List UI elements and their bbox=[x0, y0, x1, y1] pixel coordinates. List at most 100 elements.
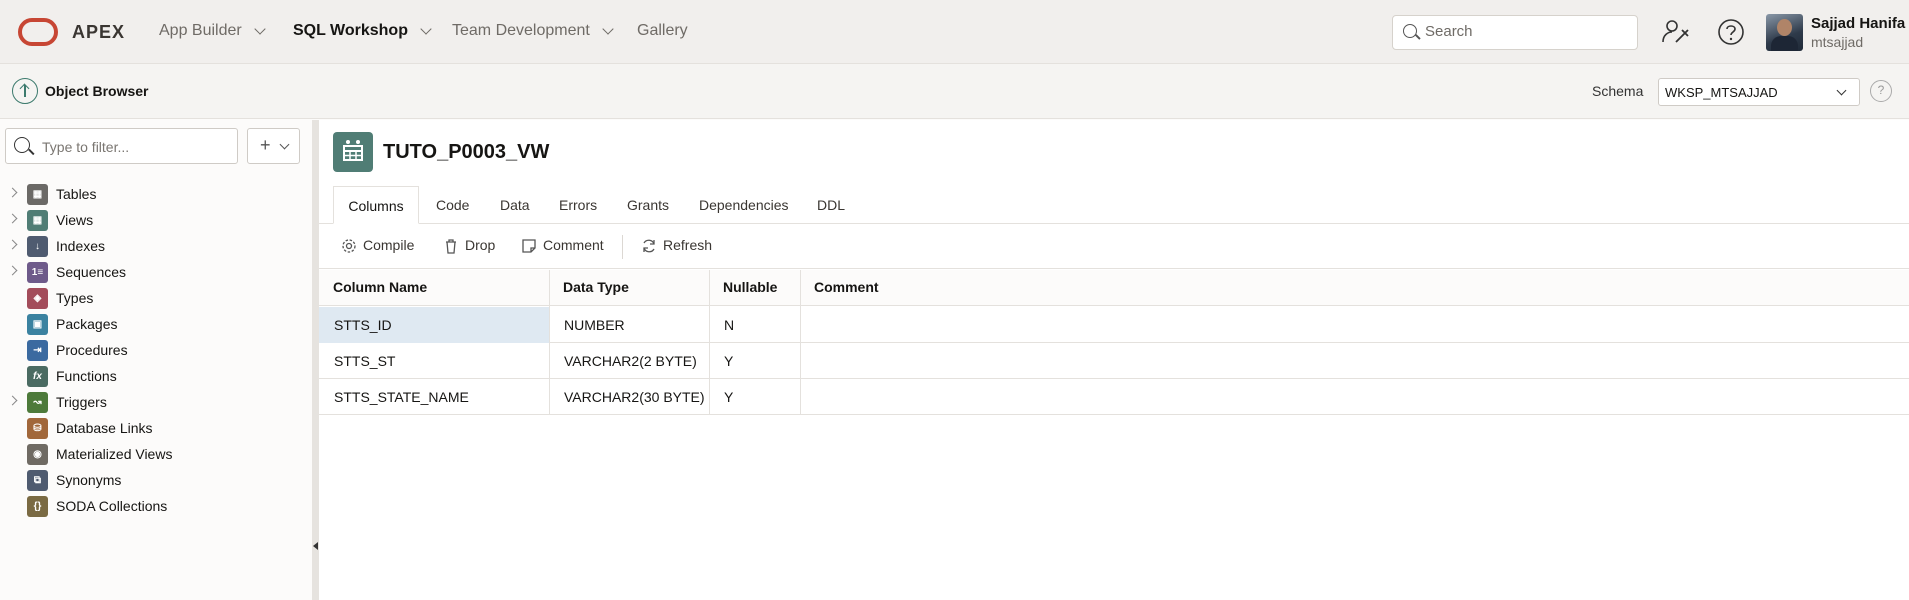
nav-app-builder-label: App Builder bbox=[159, 22, 242, 39]
search-icon bbox=[1403, 24, 1417, 38]
create-object-button[interactable]: + bbox=[247, 128, 300, 164]
cell-nullable[interactable]: N bbox=[724, 317, 734, 333]
tree-item-label: Materialized Views bbox=[56, 446, 173, 462]
tab-data[interactable]: Data bbox=[500, 186, 530, 224]
tree-item-label: Sequences bbox=[56, 264, 127, 280]
sidebar-splitter[interactable] bbox=[312, 120, 319, 600]
header-comment[interactable]: Comment bbox=[814, 279, 879, 295]
expand-icon[interactable] bbox=[7, 239, 18, 250]
tree-item-label: SODA Collections bbox=[56, 498, 168, 514]
tree-item-soda-collections[interactable]: {} SODA Collections bbox=[0, 494, 312, 520]
table-row[interactable]: STTS_ID NUMBER N bbox=[319, 307, 1909, 343]
tab-errors[interactable]: Errors bbox=[559, 186, 597, 224]
nav-team-development-label: Team Development bbox=[452, 22, 590, 39]
add-label: + bbox=[260, 135, 271, 155]
tree-item-label: Views bbox=[56, 212, 94, 228]
tree-item-indexes[interactable]: ↓ Indexes bbox=[0, 234, 312, 260]
tab-ddl[interactable]: DDL bbox=[817, 186, 845, 224]
table-row[interactable]: STTS_ST VARCHAR2(2 BYTE) Y bbox=[319, 343, 1909, 379]
tree-item-label: Packages bbox=[56, 316, 118, 332]
tab-dependencies[interactable]: Dependencies bbox=[699, 186, 789, 224]
brand-name[interactable]: APEX bbox=[72, 22, 125, 43]
cell-column-name[interactable]: STTS_ST bbox=[334, 353, 395, 369]
nav-sql-workshop[interactable]: SQL Workshop bbox=[293, 22, 432, 40]
tree-item-label: Database Links bbox=[56, 420, 153, 436]
column-divider[interactable] bbox=[709, 270, 710, 415]
object-tabs: Columns Code Data Errors Grants Dependen… bbox=[319, 186, 1909, 224]
nav-sql-workshop-label: SQL Workshop bbox=[293, 22, 408, 39]
page-title: Object Browser bbox=[45, 83, 149, 99]
tab-grants[interactable]: Grants bbox=[627, 186, 669, 224]
cell-data-type[interactable]: VARCHAR2(2 BYTE) bbox=[564, 353, 697, 369]
tree-item-label: Triggers bbox=[56, 394, 107, 410]
cell-nullable[interactable]: Y bbox=[724, 389, 733, 405]
oracle-logo[interactable] bbox=[18, 18, 58, 46]
up-arrow-icon[interactable] bbox=[12, 78, 38, 104]
collapse-left-icon[interactable] bbox=[313, 542, 318, 550]
nav-team-development[interactable]: Team Development bbox=[452, 22, 614, 40]
gear-icon bbox=[342, 239, 356, 253]
view-icon: ▦ bbox=[27, 210, 48, 231]
header-data-type[interactable]: Data Type bbox=[563, 279, 629, 295]
tree-item-label: Synonyms bbox=[56, 472, 122, 488]
tab-columns[interactable]: Columns bbox=[333, 186, 419, 224]
filter-box[interactable] bbox=[5, 128, 238, 164]
tree-item-types[interactable]: ◈ Types bbox=[0, 286, 312, 312]
tree-item-sequences[interactable]: 1≡ Sequences bbox=[0, 260, 312, 286]
filter-input[interactable] bbox=[42, 139, 232, 155]
refresh-icon bbox=[643, 239, 655, 253]
nav-gallery[interactable]: Gallery bbox=[637, 22, 688, 40]
tree-item-label: Procedures bbox=[56, 342, 128, 358]
cell-column-name[interactable]: STTS_STATE_NAME bbox=[334, 389, 469, 405]
comment-button[interactable]: Comment bbox=[521, 237, 604, 254]
header-column-name[interactable]: Column Name bbox=[333, 279, 427, 295]
avatar[interactable] bbox=[1766, 14, 1803, 51]
tree-item-synonyms[interactable]: ⧉ Synonyms bbox=[0, 468, 312, 494]
comment-label: Comment bbox=[543, 237, 604, 253]
tree-item-materialized-views[interactable]: ◉ Materialized Views bbox=[0, 442, 312, 468]
cell-nullable[interactable]: Y bbox=[724, 353, 733, 369]
cell-data-type[interactable]: VARCHAR2(30 BYTE) bbox=[564, 389, 705, 405]
object-title: TUTO_P0003_VW bbox=[383, 141, 550, 163]
tree-item-views[interactable]: ▦ Views bbox=[0, 208, 312, 234]
refresh-button[interactable]: Refresh bbox=[641, 237, 712, 254]
expand-icon[interactable] bbox=[7, 395, 18, 406]
schema-value: WKSP_MTSAJJAD bbox=[1665, 85, 1778, 100]
column-divider[interactable] bbox=[800, 270, 801, 415]
cell-data-type[interactable]: NUMBER bbox=[564, 317, 625, 333]
object-toolbar: Compile Drop Comment Refresh bbox=[319, 225, 1909, 269]
expand-icon[interactable] bbox=[7, 265, 18, 276]
tree-item-packages[interactable]: ▣ Packages bbox=[0, 312, 312, 338]
global-search[interactable] bbox=[1392, 15, 1638, 50]
chevron-down-icon bbox=[602, 22, 614, 35]
materialized-view-icon: ◉ bbox=[27, 444, 48, 465]
tree-item-database-links[interactable]: ⛁ Database Links bbox=[0, 416, 312, 442]
tree-item-procedures[interactable]: ⇥ Procedures bbox=[0, 338, 312, 364]
compile-button[interactable]: Compile bbox=[341, 237, 414, 254]
tree-item-functions[interactable]: fx Functions bbox=[0, 364, 312, 390]
tree-item-label: Functions bbox=[56, 368, 117, 384]
table-row[interactable]: STTS_STATE_NAME VARCHAR2(30 BYTE) Y bbox=[319, 379, 1909, 415]
schema-help-icon[interactable]: ? bbox=[1870, 80, 1892, 102]
soda-collection-icon: {} bbox=[27, 496, 48, 517]
header-nullable[interactable]: Nullable bbox=[723, 279, 777, 295]
schema-label: Schema bbox=[1592, 83, 1644, 99]
expand-icon[interactable] bbox=[7, 187, 18, 198]
grid-header: Column Name Data Type Nullable Comment bbox=[319, 270, 1909, 306]
table-icon: ▦ bbox=[27, 184, 48, 205]
help-icon[interactable] bbox=[1715, 16, 1747, 48]
schema-select[interactable]: WKSP_MTSAJJAD bbox=[1658, 78, 1860, 106]
search-input[interactable] bbox=[1425, 23, 1625, 40]
drop-button[interactable]: Drop bbox=[443, 237, 495, 254]
user-name[interactable]: Sajjad Hanifa bbox=[1811, 15, 1905, 32]
tree-item-triggers[interactable]: ↝ Triggers bbox=[0, 390, 312, 416]
nav-app-builder[interactable]: App Builder bbox=[159, 22, 266, 40]
tree-item-tables[interactable]: ▦ Tables bbox=[0, 182, 312, 208]
column-divider[interactable] bbox=[549, 270, 550, 415]
sequence-icon: 1≡ bbox=[27, 262, 48, 283]
expand-icon[interactable] bbox=[7, 213, 18, 224]
administration-icon[interactable] bbox=[1660, 16, 1692, 48]
cell-column-name[interactable]: STTS_ID bbox=[334, 317, 392, 333]
index-icon: ↓ bbox=[27, 236, 48, 257]
tab-code[interactable]: Code bbox=[436, 186, 469, 224]
